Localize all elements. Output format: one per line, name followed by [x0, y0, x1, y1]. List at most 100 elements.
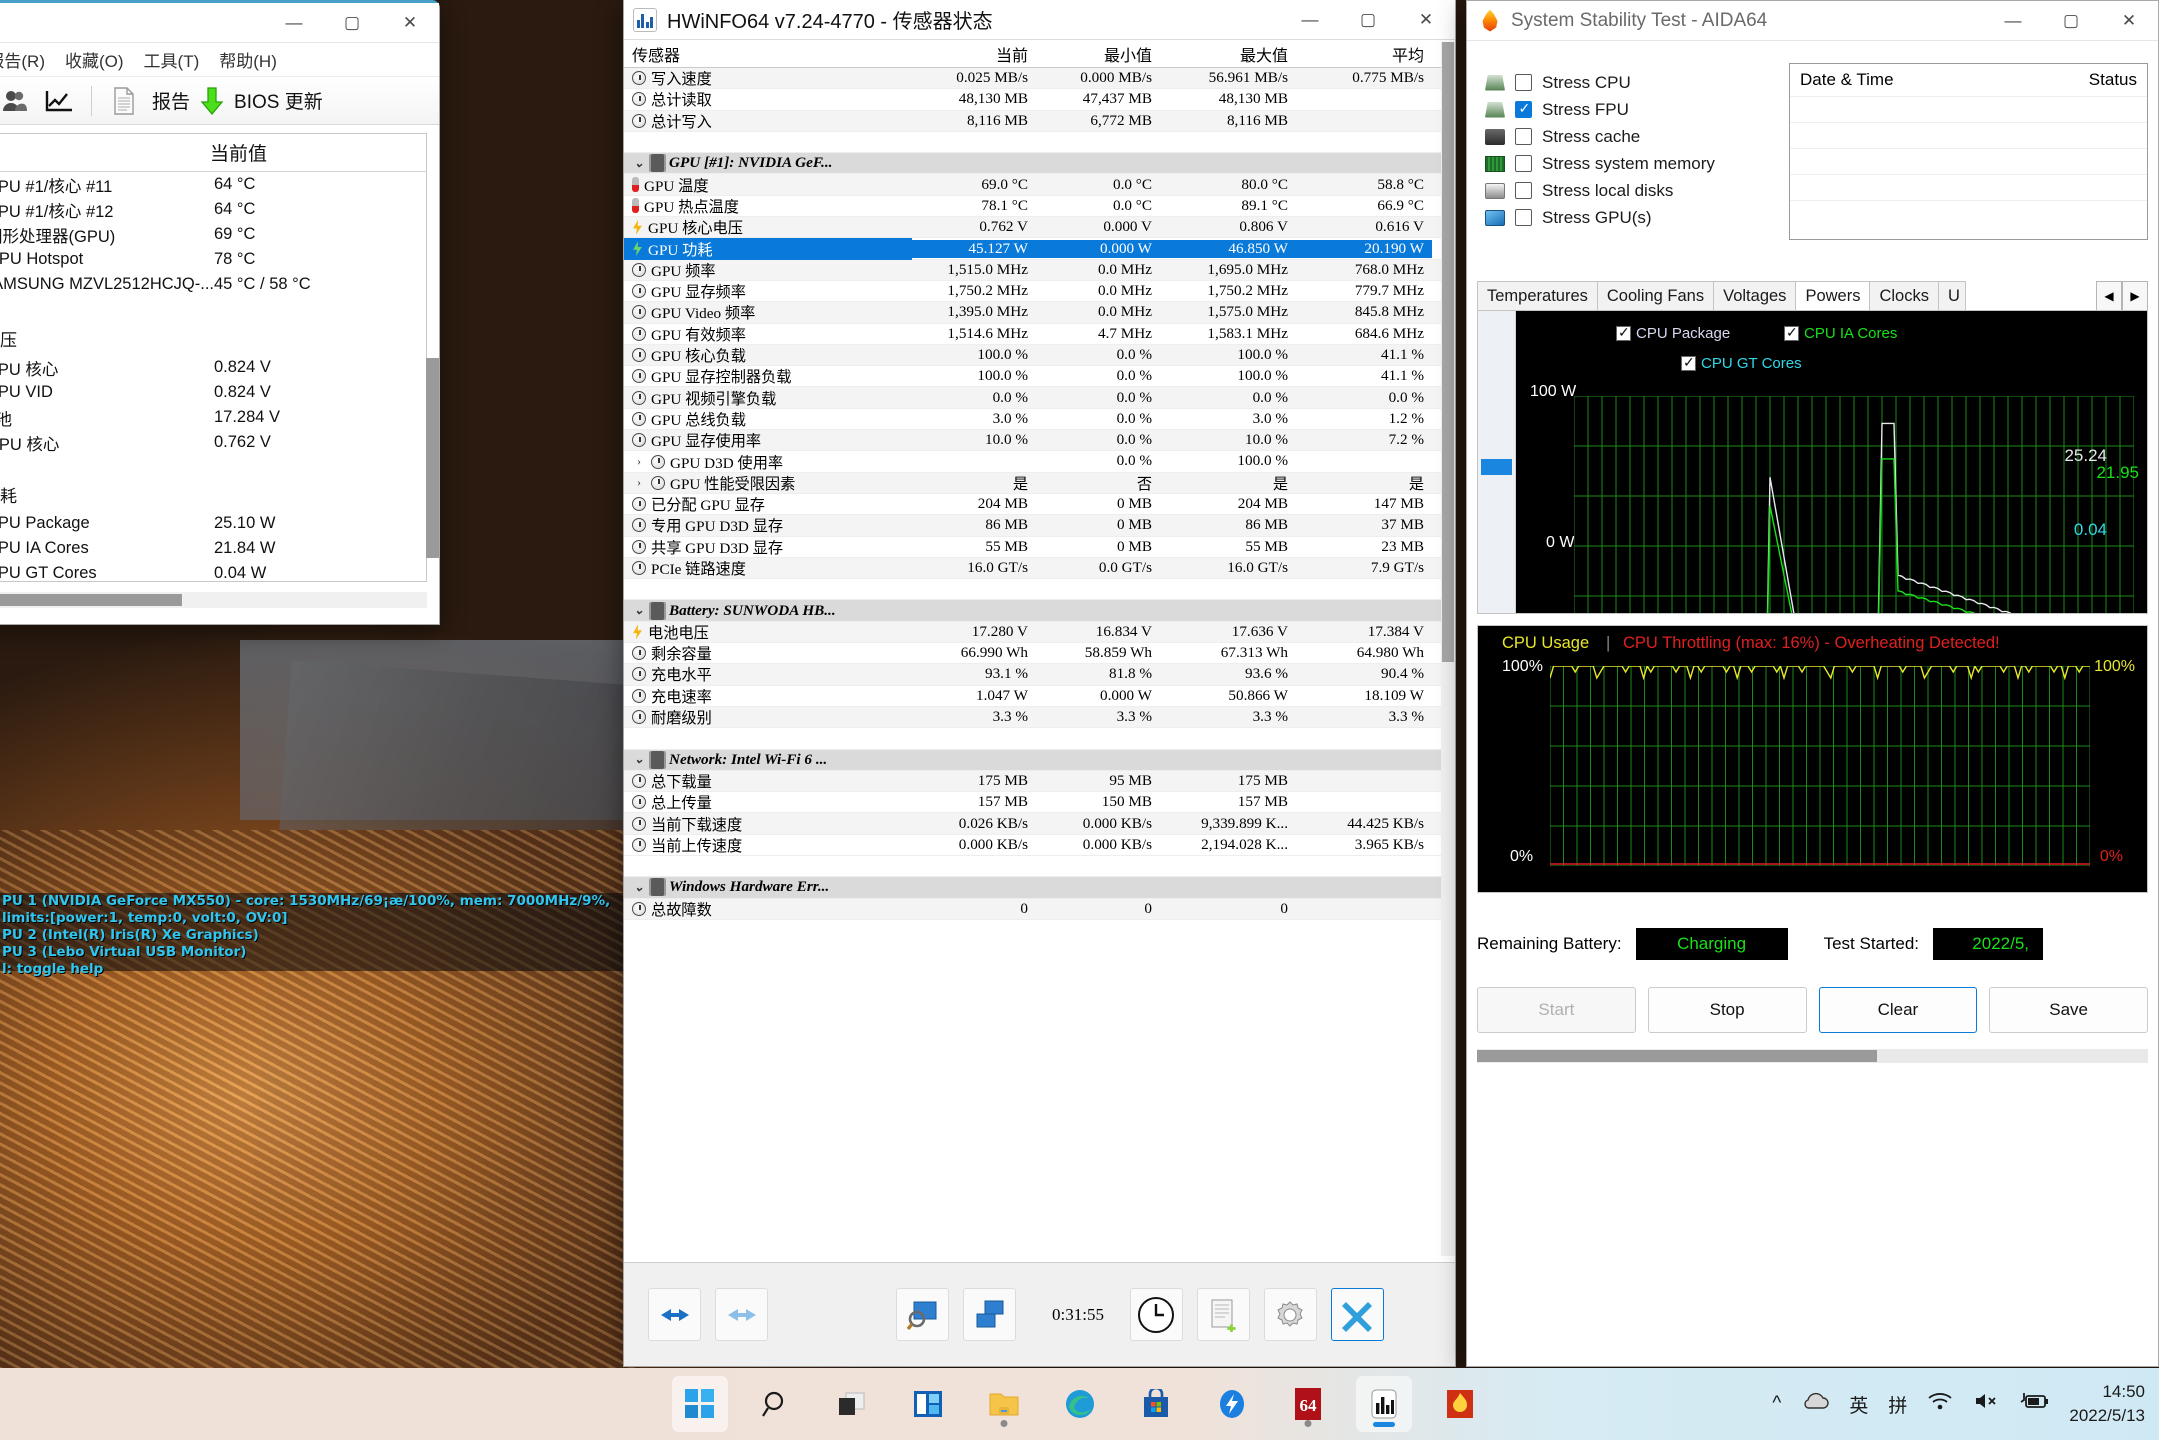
table-row[interactable]: GPU 总线负载 3.0 % 0.0 % 3.0 % 1.2 % — [624, 409, 1441, 431]
table-row[interactable]: 总下载量 175 MB 95 MB 175 MB — [624, 770, 1441, 793]
list-item[interactable]: 图形处理器(GPU) 69 °C — [0, 222, 426, 247]
maximize-button[interactable]: ▢ — [323, 3, 381, 42]
table-row[interactable]: GPU 显存使用率 10.0 % 0.0 % 10.0 % 7.2 % — [624, 430, 1441, 452]
chevron-down-icon[interactable]: ⌄ — [632, 880, 646, 895]
widgets-icon[interactable] — [900, 1376, 956, 1432]
hscroll-thumb[interactable] — [1477, 1050, 1877, 1062]
stress-checkbox[interactable] — [1515, 74, 1532, 91]
table-row[interactable]: PCIe 链路速度 16.0 GT/s 0.0 GT/s 16.0 GT/s 7… — [624, 557, 1441, 580]
table-row[interactable]: GPU 核心负载 100.0 % 0.0 % 100.0 % 41.1 % — [624, 344, 1441, 367]
list-item[interactable]: CPU #1/核心 #11 64 °C — [0, 172, 426, 197]
stress-checkbox[interactable] — [1515, 128, 1532, 145]
table-row[interactable]: 当前上传速度 0.000 KB/s 0.000 KB/s 2,194.028 K… — [624, 835, 1441, 856]
stress-checkbox[interactable] — [1515, 209, 1532, 226]
legend-checkbox[interactable] — [1784, 324, 1799, 341]
bios-update-label[interactable]: BIOS 更新 — [234, 87, 323, 114]
table-row[interactable]: GPU 显存频率 1,750.2 MHz 0.0 MHz 1,750.2 MHz… — [624, 281, 1441, 303]
chevron-right-icon[interactable]: › — [632, 454, 646, 469]
close-button[interactable]: ✕ — [2100, 1, 2158, 40]
collapse-all-button[interactable] — [715, 1288, 768, 1341]
group-header[interactable]: ⚡ 电压 — [0, 321, 426, 355]
ime-mode-indicator[interactable]: 英 — [1849, 1391, 1868, 1418]
table-row[interactable]: 写入速度 0.025 MB/s 0.000 MB/s 56.961 MB/s 0… — [624, 68, 1441, 90]
taskbar-clock[interactable]: 14:50 2022/5/13 — [2069, 1380, 2145, 1428]
sensor-group-header[interactable]: ⌄ Battery: SUNWODA HB... — [624, 600, 1441, 622]
chevron-down-icon[interactable]: ⌄ — [632, 752, 646, 767]
hwinfo-icon[interactable] — [1355, 1376, 1412, 1432]
tab-temperatures[interactable]: Temperatures — [1477, 281, 1598, 311]
list-item[interactable]: GPU Hotspot 78 °C — [0, 247, 426, 272]
stress-option-0[interactable]: Stress CPU — [1485, 69, 1775, 96]
hwinfo64-sensor-rows[interactable]: 写入速度 0.025 MB/s 0.000 MB/s 56.961 MB/s 0… — [624, 68, 1441, 1256]
table-row[interactable]: GPU 视频引擎负载 0.0 % 0.0 % 0.0 % 0.0 % — [624, 387, 1441, 409]
tab-u[interactable]: U — [1937, 281, 1966, 311]
users-icon[interactable] — [0, 81, 37, 121]
legend-cpu-ia-cores[interactable]: CPU IA Cores — [1784, 324, 1897, 342]
furmark-icon[interactable] — [1432, 1376, 1488, 1432]
table-row[interactable]: 耐磨级别 3.3 % 3.3 % 3.3 % 3.3 % — [624, 706, 1441, 729]
minimize-button[interactable]: — — [1984, 1, 2042, 40]
column-maximum[interactable]: 最大值 — [1160, 42, 1296, 66]
ime-pinyin-indicator[interactable]: 拼 — [1888, 1391, 1907, 1418]
menu-item-favorites[interactable]: 收藏(O) — [55, 45, 134, 74]
column-current[interactable]: 当前 — [912, 42, 1036, 66]
stress-option-5[interactable]: Stress GPU(s) — [1485, 204, 1775, 231]
battery-charging-icon[interactable] — [2019, 1391, 2049, 1417]
list-item[interactable]: CPU VID 0.824 V — [0, 380, 426, 405]
table-row[interactable]: 剩余容量 66.990 Wh 58.859 Wh 67.313 Wh 64.98… — [624, 643, 1441, 665]
table-row[interactable]: GPU 温度 69.0 °C 0.0 °C 80.0 °C 58.8 °C — [624, 174, 1441, 196]
table-row[interactable]: GPU 核心电压 0.762 V 0.000 V 0.806 V 0.616 V — [624, 217, 1441, 239]
close-button[interactable]: ✕ — [1397, 0, 1455, 39]
tab-powers[interactable]: Powers — [1795, 281, 1871, 311]
table-row[interactable]: 共享 GPU D3D 显存 55 MB 0 MB 55 MB 23 MB — [624, 537, 1441, 558]
volume-muted-icon[interactable] — [1973, 1391, 1999, 1417]
list-item[interactable]: SAMSUNG MZVL2512HCJQ-... 45 °C / 58 °C — [0, 272, 426, 297]
search-icon[interactable] — [748, 1376, 804, 1432]
legend-checkbox[interactable] — [1681, 354, 1696, 371]
hwmonitor-sensor-list[interactable]: 项目 当前值 CPU #1/核心 #11 64 °C CPU #1/核心 #12… — [0, 133, 427, 582]
list-item[interactable]: CPU IA Cores 21.84 W — [0, 536, 426, 561]
table-row[interactable]: GPU 频率 1,515.0 MHz 0.0 MHz 1,695.0 MHz 7… — [624, 259, 1441, 281]
wifi-icon[interactable] — [1927, 1391, 1953, 1417]
table-row[interactable]: › GPU D3D 使用率 0.0 % 100.0 % — [624, 451, 1441, 473]
chevron-down-icon[interactable]: ⌄ — [632, 603, 646, 618]
menu-item-help[interactable]: 帮助(H) — [209, 45, 287, 74]
table-row[interactable]: 当前下载速度 0.026 KB/s 0.000 KB/s 9,339.899 K… — [624, 813, 1441, 835]
table-row[interactable]: 总上传量 157 MB 150 MB 157 MB — [624, 792, 1441, 814]
list-item[interactable]: CPU Package 25.10 W — [0, 511, 426, 536]
remote-monitor-button[interactable] — [963, 1288, 1016, 1341]
hwmonitor-vscroll-thumb[interactable] — [426, 358, 439, 558]
graph-icon[interactable] — [37, 81, 81, 121]
hwmonitor-hscrollbar[interactable] — [0, 592, 427, 608]
start-icon[interactable] — [671, 1376, 728, 1432]
chevron-up-icon[interactable]: ^ — [1772, 1393, 1781, 1415]
table-row[interactable]: 总故障数 0 0 0 — [624, 898, 1441, 920]
close-app-button[interactable] — [1330, 1288, 1384, 1341]
bolt-app-icon[interactable] — [1204, 1376, 1260, 1432]
close-button[interactable]: ✕ — [381, 3, 439, 42]
bios-download-icon[interactable] — [190, 81, 234, 121]
tab-clocks[interactable]: Clocks — [1869, 281, 1939, 311]
edge-icon[interactable] — [1052, 1376, 1108, 1432]
list-item[interactable]: GPU 核心 0.762 V — [0, 430, 426, 455]
hwinfo64-vscrollbar[interactable] — [1441, 42, 1455, 1256]
store-icon[interactable] — [1128, 1376, 1184, 1432]
menu-item-tools[interactable]: 工具(T) — [134, 45, 210, 74]
settings-gear-button[interactable] — [1263, 1288, 1317, 1341]
stress-option-1[interactable]: Stress FPU — [1485, 96, 1775, 123]
log-file-button[interactable] — [1196, 1288, 1250, 1341]
legend-cpu-package[interactable]: CPU Package — [1616, 324, 1730, 342]
tab-scroll-right-button[interactable]: ▶ — [2122, 281, 2148, 311]
column-average[interactable]: 平均 — [1296, 42, 1432, 66]
clear-button[interactable]: Clear — [1818, 987, 1978, 1033]
column-minimum[interactable]: 最小值 — [1036, 42, 1160, 66]
report-file-icon[interactable] — [102, 81, 146, 121]
column-sensor[interactable]: 传感器 — [624, 42, 912, 66]
table-row[interactable]: 已分配 GPU 显存 204 MB 0 MB 204 MB 147 MB — [624, 494, 1441, 516]
table-row[interactable]: GPU 显存控制器负载 100.0 % 0.0 % 100.0 % 41.1 % — [624, 366, 1441, 388]
vscroll-thumb[interactable] — [1442, 42, 1454, 662]
expand-all-button[interactable] — [648, 1288, 701, 1341]
clock-button[interactable] — [1129, 1288, 1183, 1341]
hscroll-thumb[interactable] — [0, 594, 182, 606]
minimize-button[interactable]: — — [265, 3, 323, 42]
